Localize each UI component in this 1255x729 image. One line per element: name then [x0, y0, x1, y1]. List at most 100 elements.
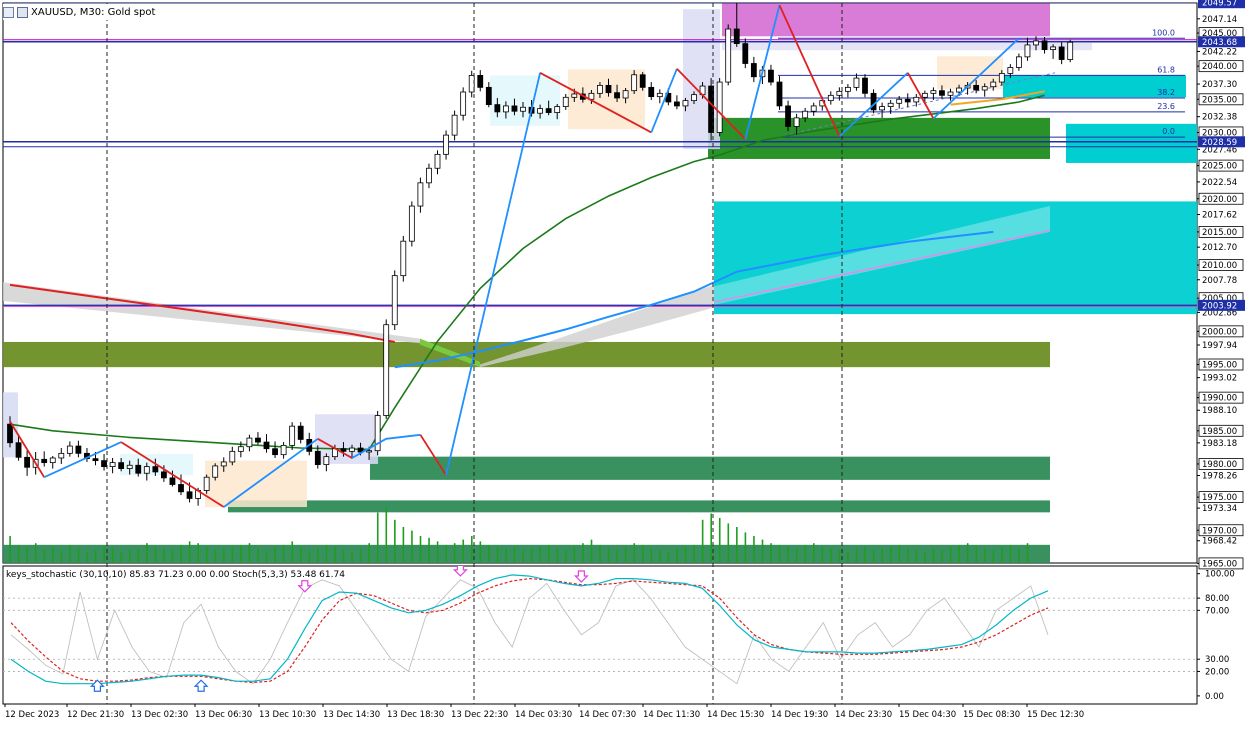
fib-label: 0.0 [1162, 127, 1175, 136]
volume-bar [376, 512, 379, 563]
volume-bar [171, 550, 174, 563]
volume-bar [932, 548, 935, 563]
candle-body [229, 450, 236, 463]
candle-body [956, 87, 962, 93]
volume-bar [667, 552, 670, 563]
volume-bar [804, 545, 807, 563]
candle-body [913, 96, 920, 103]
candle-body [879, 106, 885, 111]
y-tick-label: 2022.54 [1202, 178, 1237, 188]
x-tick-label: 14 Dec 19:30 [771, 710, 828, 720]
chart-window-icon[interactable] [17, 6, 28, 18]
x-tick-label: 15 Dec 12:30 [1027, 710, 1084, 720]
candle-body [939, 90, 945, 96]
candle-body [408, 205, 415, 242]
volume-bar [188, 541, 191, 563]
volume-bar [77, 548, 80, 563]
candle-body [853, 77, 860, 88]
candle-body [614, 92, 620, 99]
volume-bar [889, 546, 892, 563]
volume-bar [428, 537, 430, 563]
candle-body [1041, 40, 1048, 50]
price-label: 2003.92 [1202, 301, 1237, 311]
volume-bar [590, 539, 593, 563]
volume-bar [992, 550, 995, 563]
candle-body [691, 94, 697, 102]
stoch-y-tick-label: 80.00 [1205, 594, 1229, 604]
candle-body [845, 86, 851, 92]
candle-body [810, 105, 817, 112]
candle-body [109, 462, 116, 468]
candle-body [323, 456, 330, 466]
volume-bar [274, 546, 276, 563]
candle-body [930, 90, 937, 94]
volume-bar [898, 545, 901, 563]
volume-bar [385, 507, 388, 563]
candle-body [280, 444, 287, 456]
volume-bar [342, 550, 345, 563]
y-tick-label: 1993.02 [1202, 374, 1237, 384]
candle-body [246, 437, 253, 448]
candle-body [477, 75, 484, 88]
chart-properties-icon[interactable] [3, 6, 14, 18]
y-tick-label: 2015.00 [1202, 228, 1237, 238]
candle-body [511, 105, 518, 112]
candle-body [998, 73, 1005, 83]
candle-body [152, 466, 159, 473]
y-tick-label: 1973.34 [1202, 504, 1237, 514]
chart-svg[interactable]: 100.061.838.223.60.02047.142045.002042.2… [0, 0, 1255, 725]
volume-bar [787, 546, 789, 563]
fib-label: 38.2 [1157, 88, 1175, 97]
price-label: 2043.68 [1202, 38, 1237, 48]
stoch-y-tick-label: 100.00 [1205, 570, 1235, 580]
candle-body [272, 448, 278, 456]
candle-body [135, 464, 142, 474]
candle-body [1067, 41, 1074, 60]
candle-body [49, 457, 56, 464]
volume-bar [146, 543, 148, 563]
volume-bar [565, 550, 567, 563]
volume-bar [43, 549, 46, 563]
volume-bar [368, 543, 370, 563]
candle-body [400, 240, 407, 277]
y-tick-label: 1978.26 [1202, 471, 1237, 481]
y-tick-label: 2007.78 [1202, 276, 1237, 286]
volume-bar [1009, 545, 1012, 563]
candle-body [785, 105, 791, 127]
candle-body [126, 464, 133, 469]
candle-body [340, 448, 347, 452]
volume-bar [539, 546, 541, 563]
x-tick-label: 14 Dec 15:30 [707, 710, 764, 720]
x-tick-label: 13 Dec 18:30 [387, 710, 444, 720]
candle-body [169, 477, 176, 485]
volume-bar [69, 545, 71, 563]
fib-label: 100.0 [1152, 28, 1175, 37]
candle-body [733, 28, 740, 45]
y-tick-label: 1983.18 [1202, 439, 1237, 449]
fib-label: 23.6 [1157, 102, 1175, 111]
candle-body [314, 450, 321, 466]
volume-bar [154, 546, 157, 563]
candle-body [1007, 67, 1014, 74]
candle-body [887, 102, 894, 107]
candle-body [349, 447, 355, 452]
candle-body [793, 117, 800, 127]
volume-bar [830, 548, 832, 563]
candle-body [203, 476, 210, 491]
candle-body [1033, 40, 1039, 46]
y-tick-label: 2047.14 [1202, 15, 1237, 25]
candle-body [776, 81, 783, 107]
x-tick-label: 14 Dec 07:30 [579, 710, 636, 720]
volume-bar [197, 543, 199, 563]
volume-bar [547, 545, 550, 563]
candle-body [562, 96, 569, 107]
volume-bar [915, 550, 918, 563]
volume-bar [86, 552, 88, 563]
y-tick-label: 2037.30 [1202, 80, 1237, 90]
candle-body [862, 77, 868, 94]
y-tick-label: 1988.10 [1202, 406, 1237, 416]
volume-bar [471, 536, 473, 563]
candle-body [434, 153, 441, 169]
volume-bar [616, 550, 618, 563]
candle-body [66, 445, 73, 454]
